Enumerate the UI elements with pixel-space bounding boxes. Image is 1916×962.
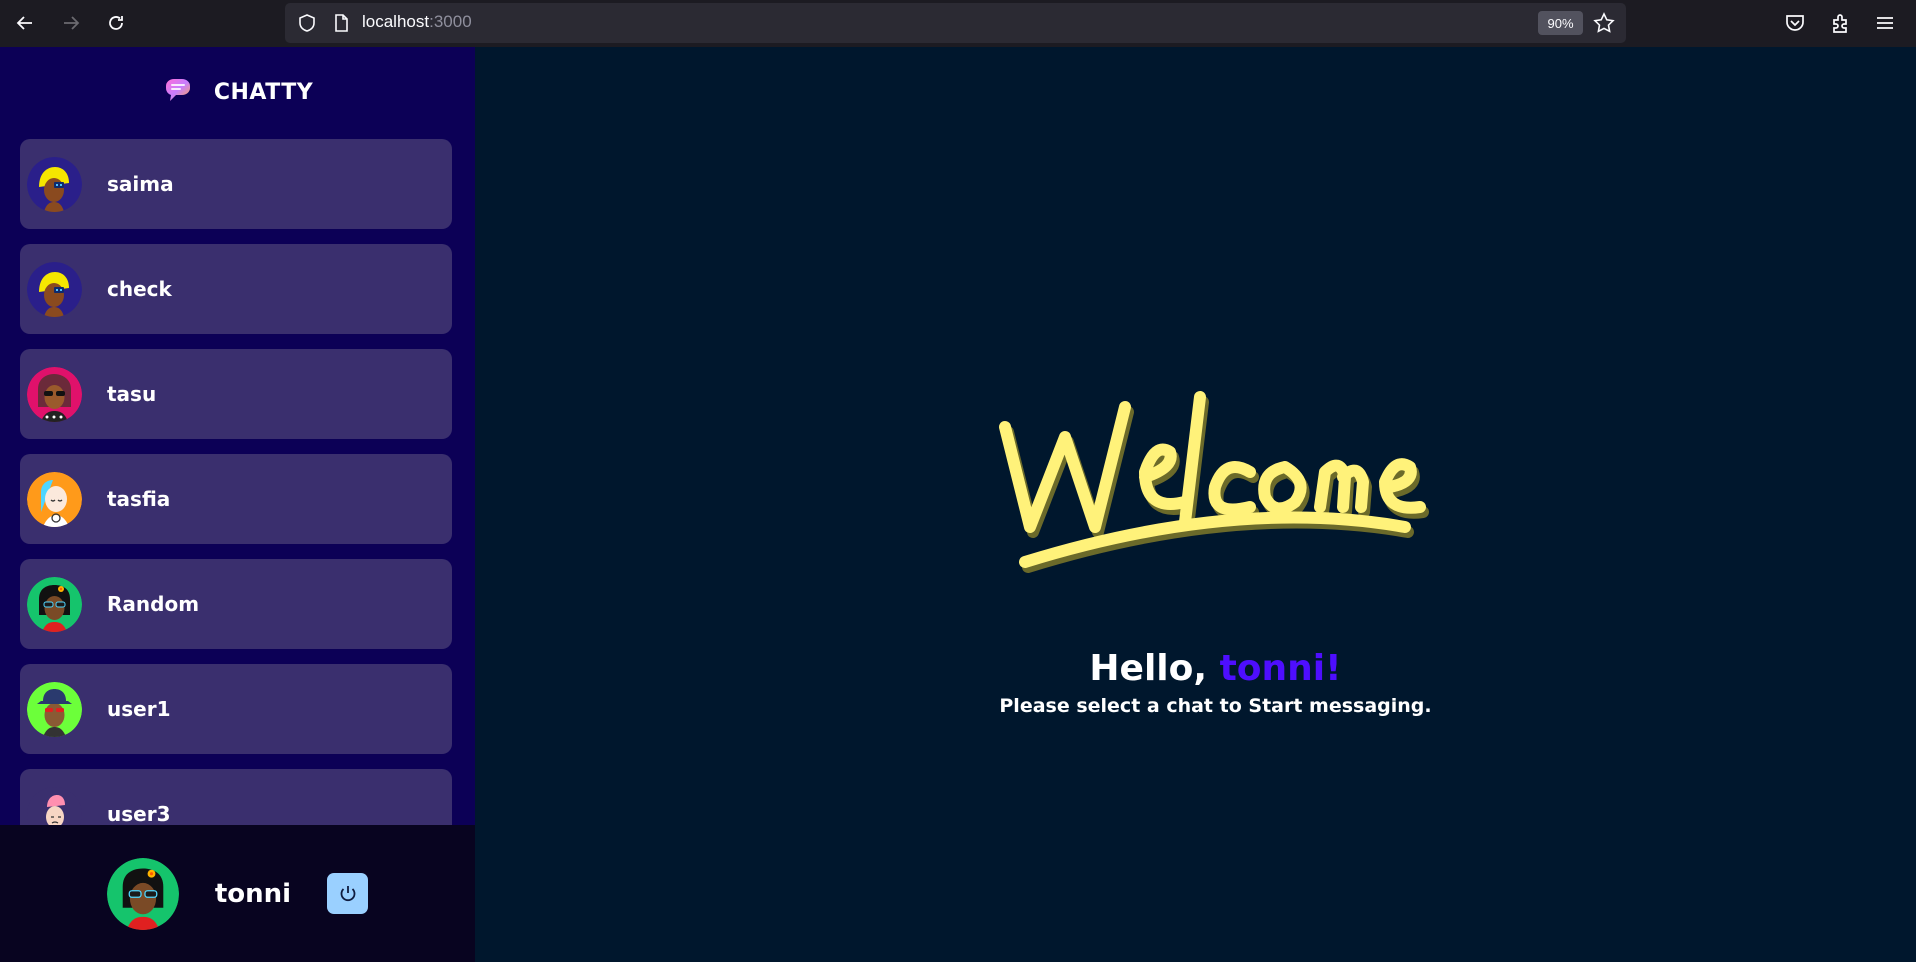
menu-hamburger-icon[interactable]: [1874, 12, 1896, 34]
select-chat-prompt: Please select a chat to Start messaging.: [999, 695, 1432, 717]
contact-name: tasu: [107, 382, 157, 406]
bookmark-star-icon[interactable]: [1593, 12, 1615, 34]
current-user-panel: tonni: [0, 825, 475, 962]
contact-name: saima: [107, 172, 174, 196]
sidebar: CHATTY saima check tasu tasfia Random us…: [0, 47, 475, 962]
chat-bubble-logo-icon: [165, 79, 190, 101]
contact-name: user3: [107, 802, 171, 825]
contact-name: check: [107, 277, 172, 301]
avatar-orange-bald-icon: [27, 471, 82, 527]
contact-item-tasfia[interactable]: tasfia: [20, 454, 452, 544]
pocket-icon[interactable]: [1784, 12, 1806, 34]
avatar-pink-sunglasses-icon: [27, 366, 82, 422]
avatar-green-flower-icon: [27, 576, 82, 632]
shield-icon[interactable]: [297, 13, 317, 33]
contact-item-saima[interactable]: saima: [20, 139, 452, 229]
contact-item-check[interactable]: check: [20, 244, 452, 334]
avatar-yellow-hair-icon: [27, 261, 82, 317]
back-arrow-icon[interactable]: [3, 1, 47, 45]
url-text[interactable]: localhost:3000: [362, 12, 472, 32]
url-bar[interactable]: localhost:3000 90%: [285, 3, 1626, 43]
power-icon: [340, 885, 355, 901]
contacts-panel: CHATTY saima check tasu tasfia Random us…: [0, 47, 475, 825]
brand-name: CHATTY: [213, 79, 314, 105]
avatar-green-hat-icon: [27, 681, 82, 737]
forward-arrow-icon[interactable]: [49, 1, 93, 45]
contact-name: Random: [107, 592, 200, 616]
hello-heading: Hello, tonni!: [1089, 648, 1342, 689]
extensions-icon[interactable]: [1830, 12, 1852, 34]
welcome-script-image: [999, 391, 1429, 573]
avatar-green-flower-icon: [106, 857, 179, 930]
logout-button[interactable]: [327, 873, 369, 914]
reload-icon[interactable]: [94, 1, 138, 45]
greeting-block: Hello, tonni! Please select a chat to St…: [495, 647, 1916, 719]
zoom-level-badge[interactable]: 90%: [1538, 11, 1583, 35]
greeting-username: tonni!: [1219, 648, 1342, 689]
contact-item-random[interactable]: Random: [20, 559, 452, 649]
avatar-pink-hair-icon: [27, 786, 82, 825]
chat-app: CHATTY saima check tasu tasfia Random us…: [0, 47, 1916, 962]
contact-item-user1[interactable]: user1: [20, 664, 452, 754]
contact-name: user1: [107, 697, 171, 721]
brand-header: CHATTY: [0, 47, 475, 137]
contact-item-user3[interactable]: user3: [20, 769, 452, 825]
contact-name: tasfia: [107, 487, 171, 511]
current-user-name: tonni: [214, 878, 292, 909]
browser-toolbar: localhost:3000 90%: [0, 0, 1916, 47]
page-icon[interactable]: [331, 13, 351, 33]
welcome-panel: Hello, tonni! Please select a chat to St…: [475, 47, 1916, 962]
avatar-yellow-hair-icon: [27, 156, 82, 212]
contact-item-tasu[interactable]: tasu: [20, 349, 452, 439]
